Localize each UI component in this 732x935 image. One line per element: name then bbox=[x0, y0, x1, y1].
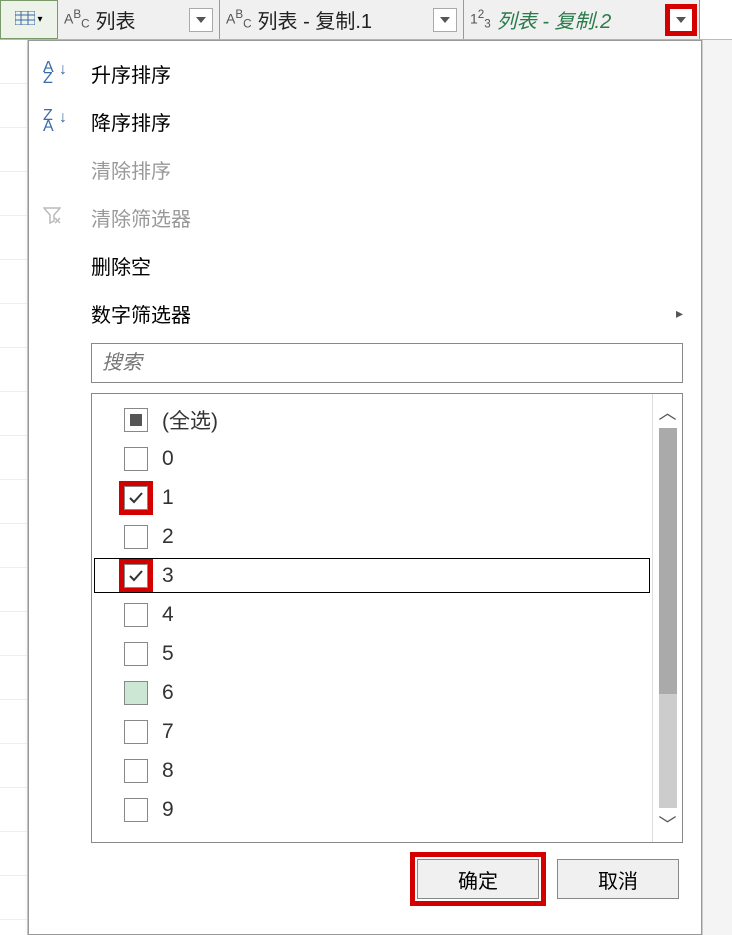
filter-value-label: 9 bbox=[162, 798, 174, 822]
filter-value-label: 2 bbox=[162, 525, 174, 549]
cancel-button[interactable]: 取消 bbox=[557, 859, 679, 899]
filter-value-item[interactable]: 9 bbox=[92, 790, 652, 829]
scroll-thumb[interactable] bbox=[659, 428, 677, 694]
filter-value-item[interactable]: 2 bbox=[92, 517, 652, 556]
checkbox-unchecked[interactable] bbox=[124, 642, 148, 666]
column-header-1[interactable]: ABC 列表 - 复制.1 bbox=[220, 0, 464, 39]
column-dropdown-button[interactable] bbox=[669, 8, 693, 32]
column-header-row: ▾ ABC 列表 ABC 列表 - 复制.1 123 列表 - 复制.2 bbox=[0, 0, 732, 40]
text-type-icon: ABC bbox=[226, 9, 252, 30]
filter-value-label: 8 bbox=[162, 759, 174, 783]
filter-value-label: 3 bbox=[162, 564, 174, 588]
filter-value-item[interactable]: 7 bbox=[92, 712, 652, 751]
number-filter-item[interactable]: 数字筛选器 ▸ bbox=[29, 289, 701, 337]
clear-filter-item: 清除筛选器 bbox=[29, 193, 701, 241]
filter-search-input[interactable] bbox=[91, 343, 683, 383]
sort-asc-icon: AZ↓ bbox=[43, 62, 54, 84]
chevron-right-icon: ▸ bbox=[676, 305, 683, 322]
filter-value-label: 1 bbox=[162, 486, 174, 510]
scroll-up-icon[interactable]: ︿ bbox=[656, 400, 680, 424]
checkbox-unchecked[interactable] bbox=[124, 720, 148, 744]
filter-value-label: 6 bbox=[162, 681, 174, 705]
filter-value-label: 5 bbox=[162, 642, 174, 666]
checkbox-checked[interactable] bbox=[124, 486, 148, 510]
ok-button[interactable]: 确定 bbox=[417, 859, 539, 899]
checkbox-unchecked[interactable] bbox=[124, 525, 148, 549]
checkbox-checked[interactable] bbox=[124, 564, 148, 588]
select-all-item[interactable]: (全选) bbox=[92, 400, 652, 439]
filter-value-item[interactable]: 6 bbox=[92, 673, 652, 712]
column-label: 列表 - 复制.1 bbox=[258, 5, 433, 34]
clear-sort-item: 清除排序 bbox=[29, 145, 701, 193]
checkbox-unchecked[interactable] bbox=[124, 798, 148, 822]
checkbox-unchecked[interactable] bbox=[124, 759, 148, 783]
column-header-2[interactable]: 123 列表 - 复制.2 bbox=[464, 0, 700, 39]
checkbox-unchecked[interactable] bbox=[124, 603, 148, 627]
column-label: 列表 bbox=[96, 5, 189, 34]
filter-dropdown-panel: AZ↓ 升序排序 ZA↓ 降序排序 清除排序 清除筛选器 删除空 数字筛选器 bbox=[28, 40, 702, 935]
table-menu-button[interactable]: ▾ bbox=[0, 0, 58, 39]
filter-value-item[interactable]: 0 bbox=[92, 439, 652, 478]
main-vertical-scrollbar[interactable] bbox=[702, 40, 732, 935]
column-label: 列表 - 复制.2 bbox=[497, 5, 669, 34]
scroll-track[interactable] bbox=[659, 428, 677, 808]
filter-value-item[interactable]: 8 bbox=[92, 751, 652, 790]
checkbox-unchecked[interactable] bbox=[124, 447, 148, 471]
column-header-0[interactable]: ABC 列表 bbox=[58, 0, 220, 39]
sort-desc-icon: ZA↓ bbox=[43, 110, 54, 132]
table-icon bbox=[15, 8, 35, 31]
column-dropdown-button[interactable] bbox=[189, 8, 213, 32]
filter-value-item[interactable]: 1 bbox=[92, 478, 652, 517]
filter-value-item[interactable]: 4 bbox=[92, 595, 652, 634]
text-type-icon: ABC bbox=[64, 9, 90, 30]
funnel-clear-icon bbox=[43, 206, 61, 229]
sort-desc-item[interactable]: ZA↓ 降序排序 bbox=[29, 97, 701, 145]
row-number-gutter bbox=[0, 40, 28, 935]
checkbox-unchecked[interactable] bbox=[124, 681, 148, 705]
number-type-icon: 123 bbox=[470, 9, 491, 30]
sort-asc-item[interactable]: AZ↓ 升序排序 bbox=[29, 49, 701, 97]
scroll-down-icon[interactable]: ﹀ bbox=[656, 812, 680, 836]
chevron-down-icon: ▾ bbox=[37, 14, 42, 25]
column-dropdown-button[interactable] bbox=[433, 8, 457, 32]
filter-value-label: 4 bbox=[162, 603, 174, 627]
checkbox-indeterminate[interactable] bbox=[124, 408, 148, 432]
filter-value-item[interactable]: 5 bbox=[92, 634, 652, 673]
filter-value-label: 7 bbox=[162, 720, 174, 744]
filter-list-scrollbar[interactable]: ︿ ﹀ bbox=[652, 394, 682, 842]
remove-empty-item[interactable]: 删除空 bbox=[29, 241, 701, 289]
filter-values-list: (全选) 0 1 2 3 4 5 6 7 8 9 bbox=[92, 394, 652, 842]
filter-value-item[interactable]: 3 bbox=[92, 556, 652, 595]
filter-value-label: 0 bbox=[162, 447, 174, 471]
